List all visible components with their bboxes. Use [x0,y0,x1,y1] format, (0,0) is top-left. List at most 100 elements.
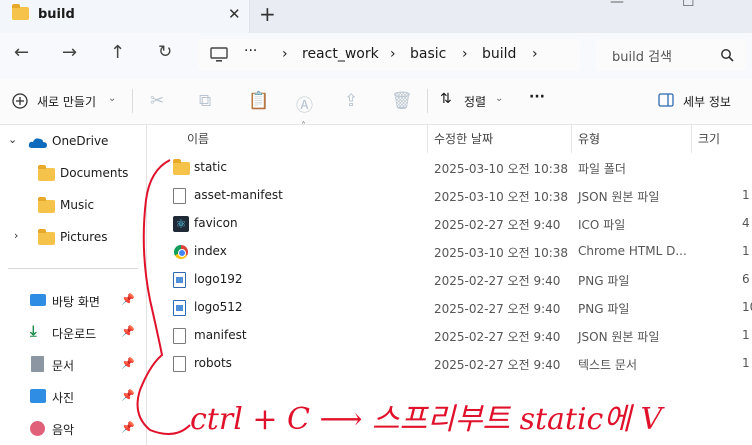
file-name: logo512 [194,300,243,314]
file-size: 4 [742,216,750,230]
file-type: 텍스트 문서 [578,358,638,372]
file-size: 1 [742,356,750,370]
column-divider[interactable] [691,125,692,153]
sidebar-item-label: Documents [60,166,129,180]
file-row[interactable]: logo512 2025-02-27 오전 9:40 PNG 파일 10 [147,294,752,322]
file-row[interactable]: static 2025-03-10 오전 10:38 파일 폴더 [147,154,752,182]
music-icon [30,421,45,436]
sidebar-item-music[interactable]: Music [0,192,146,220]
breadcrumb-build[interactable]: build [482,46,516,62]
back-button[interactable]: ← [14,42,29,63]
file-size: 1 [742,328,750,342]
search-box[interactable]: build 검색 [596,39,746,71]
file-name: manifest [194,328,247,342]
new-tab-button[interactable]: + [259,2,276,26]
breadcrumb-react-work[interactable]: react_work [302,46,379,62]
file-row[interactable]: robots 2025-02-27 오전 9:40 텍스트 문서 1 [147,350,752,378]
column-type[interactable]: 유형 [578,130,600,147]
sidebar-item-documents[interactable]: Documents [0,160,146,188]
file-modified: 2025-02-27 오전 9:40 [434,330,561,344]
sidebar-item-downloads[interactable]: ⤓ 다운로드 📌 [0,319,146,347]
picture-icon [30,389,46,403]
up-button[interactable]: ↑ [110,42,125,63]
column-name[interactable]: 이름 [187,130,209,147]
file-modified: 2025-03-10 오전 10:38 [434,162,569,176]
sidebar-item-label: 사진 [52,391,75,405]
pin-icon[interactable]: 📌 [121,421,135,434]
sidebar-item-label: OneDrive [52,134,109,148]
sidebar-item-onedrive[interactable]: ⌄ OneDrive [0,128,146,156]
tab-build[interactable]: build ✕ [0,0,250,33]
column-divider[interactable] [427,125,428,153]
sidebar-item-documents-quick[interactable]: 문서 📌 [0,351,146,379]
share-icon[interactable]: ⇪ [344,91,358,111]
column-modified[interactable]: 수정한 날짜 [434,130,493,147]
details-button[interactable]: 세부 정보 [658,91,748,113]
column-divider[interactable] [571,125,572,153]
maximize-button[interactable]: ☐ [682,0,695,10]
file-row[interactable]: index 2025-03-10 오전 10:38 Chrome HTML D.… [147,238,752,266]
details-pane-icon [658,93,674,107]
file-list: ˄ 이름 수정한 날짜 유형 크기 static 2025-03-10 오전 1… [147,121,752,445]
folder-icon [173,159,190,175]
forward-button[interactable]: → [62,42,77,63]
copy-icon[interactable]: ⧉ [199,91,211,111]
folder-icon [38,229,55,245]
column-headers: ˄ 이름 수정한 날짜 유형 크기 [147,121,752,153]
cut-icon[interactable]: ✂ [150,91,164,111]
close-tab-icon[interactable]: ✕ [228,5,241,23]
file-size: 1 [742,244,750,258]
divider [427,89,428,113]
folder-icon [12,4,29,20]
png-file-icon [173,300,186,316]
onedrive-cloud-icon [28,138,47,148]
file-modified: 2025-02-27 오전 9:40 [434,218,561,232]
new-button[interactable]: 새로 만들기 ⌄ [12,91,120,113]
pin-icon[interactable]: 📌 [121,325,135,338]
file-name: robots [194,356,232,370]
sidebar-item-pictures[interactable]: › Pictures [0,224,146,252]
breadcrumb-basic[interactable]: basic [410,46,446,62]
file-type: ICO 파일 [578,218,626,232]
file-type: JSON 원본 파일 [578,330,660,344]
chevron-down-icon: ⌄ [495,93,504,104]
file-type: PNG 파일 [578,274,630,288]
sidebar-item-label: Pictures [60,230,108,244]
address-bar[interactable]: ··· › react_work › basic › build › [198,39,580,71]
sidebar-item-music-quick[interactable]: 음악 📌 [0,415,146,443]
breadcrumb-overflow[interactable]: ··· [244,43,257,59]
file-modified: 2025-03-10 오전 10:38 [434,190,569,204]
pin-icon[interactable]: 📌 [121,357,135,370]
pin-icon[interactable]: 📌 [121,389,135,402]
navigation-pane: ⌄ OneDrive Documents Music › Pictures 바탕… [0,125,146,445]
chevron-right-icon: › [14,229,19,242]
sidebar-item-label: 음악 [52,423,75,437]
navigation-bar: ← → ↑ ↻ ··· › react_work › basic › build… [0,33,752,79]
file-row[interactable]: asset-manifest 2025-03-10 오전 10:38 JSON … [147,182,752,210]
crumb-chevron: › [282,46,288,62]
minimize-button[interactable]: — [610,0,624,10]
refresh-button[interactable]: ↻ [158,42,172,62]
chevron-down-icon: ⌄ [108,93,117,104]
json-file-icon [173,188,186,204]
folder-icon [38,165,55,181]
file-row[interactable]: ⚛ favicon 2025-02-27 오전 9:40 ICO 파일 4 [147,210,752,238]
react-icon: ⚛ [173,216,189,232]
search-input[interactable]: build 검색 [612,46,672,65]
sidebar-item-label: 다운로드 [52,327,97,341]
sort-up-icon: ˄ [301,121,306,132]
rename-icon[interactable]: Ⓐ [296,91,313,116]
sidebar-item-pictures-quick[interactable]: 사진 📌 [0,383,146,411]
more-options-button[interactable]: ··· [529,89,545,105]
pin-icon[interactable]: 📌 [121,293,135,306]
file-row[interactable]: manifest 2025-02-27 오전 9:40 JSON 원본 파일 1 [147,322,752,350]
sidebar-item-label: 문서 [52,359,75,373]
paste-icon[interactable]: 📋 [248,91,269,111]
delete-icon[interactable]: 🗑 [391,91,413,111]
sidebar-item-label: 바탕 화면 [52,295,100,309]
column-size[interactable]: 크기 [698,130,720,147]
sort-button[interactable]: ⇅ 정렬 ⌄ [440,91,504,113]
sidebar-item-desktop[interactable]: 바탕 화면 📌 [0,287,146,315]
file-row[interactable]: logo192 2025-02-27 오전 9:40 PNG 파일 6 [147,266,752,294]
png-file-icon [173,272,186,288]
